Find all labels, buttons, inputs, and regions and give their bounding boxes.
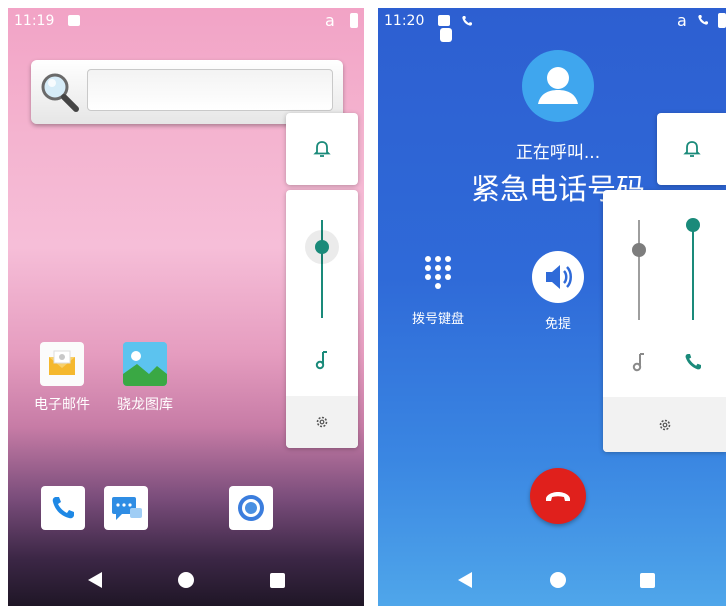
search-icon[interactable] (39, 70, 81, 114)
gear-icon (659, 419, 671, 431)
app-gallery[interactable]: 骁龙图库 (110, 342, 180, 414)
drag-handle-icon (440, 28, 452, 42)
bell-icon (683, 141, 701, 157)
volume-settings-button[interactable] (286, 396, 358, 448)
image-notification-icon (68, 15, 80, 26)
image-notification-icon (438, 15, 450, 26)
navigation-bar (378, 554, 726, 606)
back-icon[interactable] (88, 572, 102, 588)
hang-up-icon (546, 492, 570, 501)
status-time: 11:20 (384, 13, 425, 29)
call-status-icon (462, 16, 472, 26)
messages-icon[interactable] (104, 486, 148, 530)
call-volume-thumb[interactable] (686, 218, 700, 232)
avatar (522, 50, 594, 122)
volume-panel (286, 190, 358, 448)
carrier-indicator: a (325, 11, 335, 30)
end-call-button[interactable] (530, 468, 586, 524)
recents-icon[interactable] (270, 573, 285, 588)
app-label: 骁龙图库 (117, 397, 173, 413)
speaker-button[interactable]: 免提 (518, 251, 598, 332)
search-input[interactable] (87, 69, 333, 111)
media-volume-slider[interactable] (638, 220, 640, 320)
call-status-text: 正在呼叫... (515, 143, 601, 163)
home-icon[interactable] (178, 572, 194, 588)
status-time: 11:19 (14, 13, 55, 29)
home-icon[interactable] (550, 572, 566, 588)
dialpad-button[interactable]: 拨号键盘 (398, 254, 478, 327)
battery-icon (718, 13, 726, 28)
phone-icon[interactable] (41, 486, 85, 530)
recents-icon[interactable] (640, 573, 655, 588)
back-icon[interactable] (458, 572, 472, 588)
volume-settings-button[interactable] (603, 397, 726, 452)
media-volume-thumb[interactable] (632, 243, 646, 257)
media-volume-thumb[interactable] (315, 240, 329, 254)
email-icon (40, 342, 84, 386)
dialpad-label: 拨号键盘 (411, 312, 464, 327)
gallery-icon (123, 342, 167, 386)
browser-icon[interactable] (229, 486, 273, 530)
status-bar: 11:19 a (8, 8, 364, 34)
home-screen: 11:19 a 电子邮件 骁龙图库 (8, 8, 364, 606)
battery-icon (350, 13, 358, 28)
call-volume-slider[interactable] (692, 224, 694, 320)
status-bar: 11:20 a (378, 8, 726, 42)
music-note-icon (315, 351, 327, 370)
ringer-mode-button[interactable] (286, 113, 358, 185)
app-label: 电子邮件 (34, 397, 90, 413)
volume-panel (603, 190, 726, 452)
call-screen: 11:20 a 正在呼叫... 紧急电话号码 拨号键盘 免提 (378, 8, 726, 606)
bell-icon (313, 141, 331, 157)
phone-icon (685, 354, 701, 370)
carrier-indicator: a (677, 11, 687, 30)
speaker-icon (532, 251, 584, 303)
wifi-call-icon (698, 15, 708, 25)
gear-icon (316, 416, 328, 428)
music-note-icon (632, 353, 644, 372)
dialpad-icon (425, 256, 451, 289)
ringer-mode-button[interactable] (657, 113, 726, 185)
app-email[interactable]: 电子邮件 (27, 342, 97, 414)
navigation-bar (8, 554, 364, 606)
speaker-label: 免提 (544, 317, 571, 332)
